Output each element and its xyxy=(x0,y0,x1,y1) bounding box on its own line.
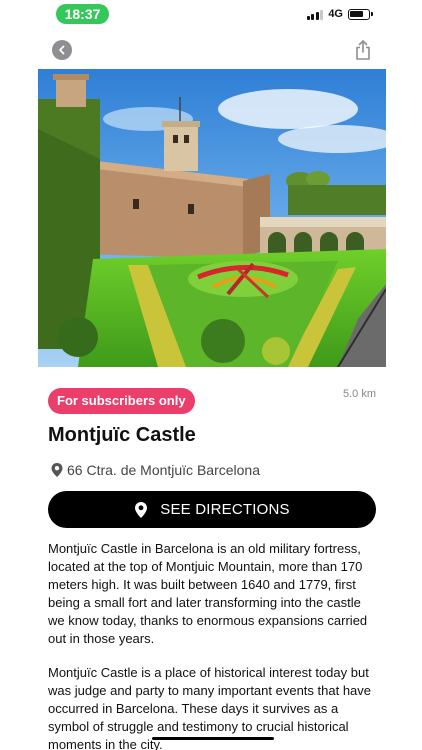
battery-icon xyxy=(348,8,373,20)
status-bar: 18:37 4G xyxy=(0,0,422,30)
status-time: 18:37 xyxy=(56,4,109,24)
network-label: 4G xyxy=(328,8,343,20)
location-pin-icon xyxy=(135,501,148,518)
location-pin-icon xyxy=(51,463,63,477)
address-row[interactable]: 66 Ctra. de Montjuïc Barcelona xyxy=(50,462,260,478)
chevron-left-icon xyxy=(59,45,65,55)
subscribers-badge: For subscribers only xyxy=(48,388,195,414)
back-button[interactable] xyxy=(52,40,72,60)
address-text: 66 Ctra. de Montjuïc Barcelona xyxy=(67,462,260,478)
see-directions-button[interactable]: SEE DIRECTIONS xyxy=(48,491,376,528)
share-icon xyxy=(356,40,370,60)
directions-label: SEE DIRECTIONS xyxy=(160,501,290,518)
hero-image xyxy=(38,69,386,367)
page-title: Montjuïc Castle xyxy=(48,424,196,446)
status-indicators: 4G xyxy=(306,8,373,20)
text-highlight-underline xyxy=(152,737,274,740)
signal-icon xyxy=(306,9,324,20)
share-button[interactable] xyxy=(354,39,372,61)
distance-label: 5.0 km xyxy=(342,388,376,400)
castle-photo xyxy=(38,69,386,367)
description-paragraph-1: Montjuïc Castle in Barcelona is an old m… xyxy=(48,541,368,646)
